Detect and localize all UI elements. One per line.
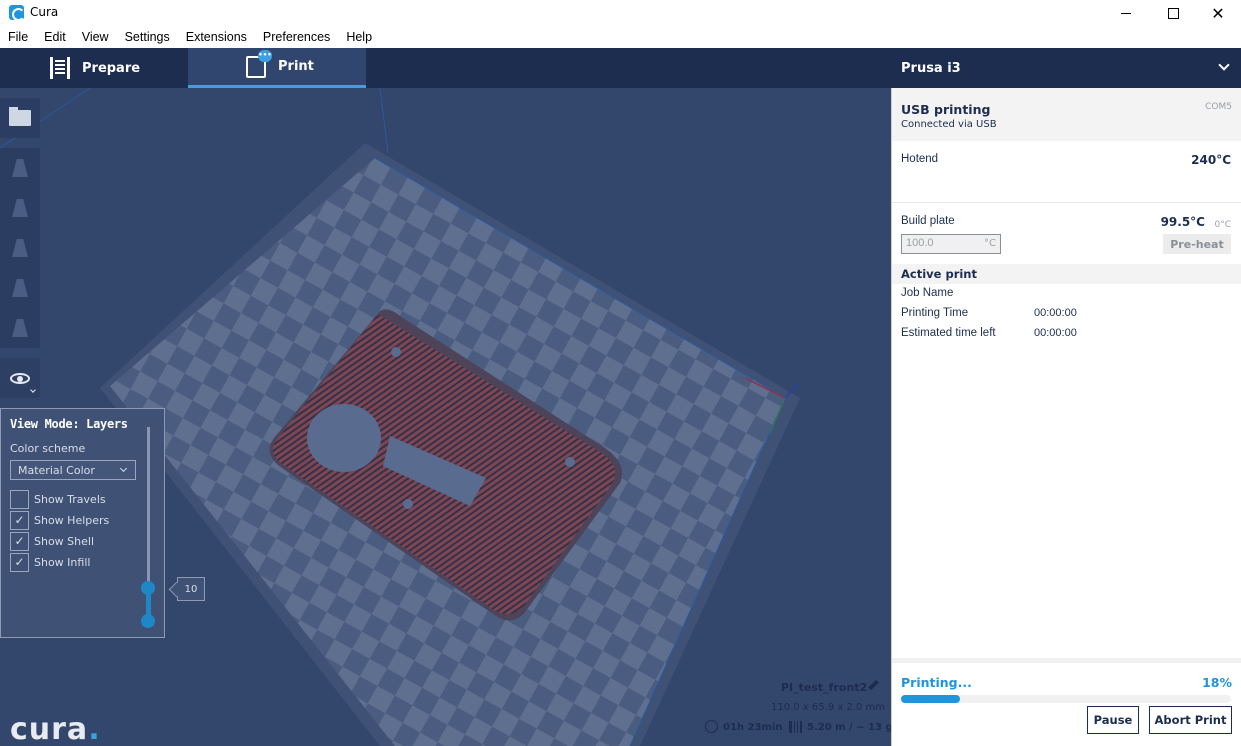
menu-preferences[interactable]: Preferences [255, 28, 338, 48]
show-shell-checkbox[interactable]: ✓ Show Shell [10, 531, 94, 551]
hotend-label: Hotend [901, 153, 939, 165]
menu-help[interactable]: Help [338, 28, 380, 48]
tab-print-label: Print [278, 59, 314, 74]
show-helpers-checkbox[interactable]: ✓ Show Helpers [10, 510, 109, 530]
color-scheme-label: Color scheme [10, 442, 86, 455]
prepare-icon [50, 57, 70, 79]
tab-prepare-label: Prepare [82, 60, 141, 76]
chevron-down-icon[interactable] [1218, 59, 1230, 71]
print-time-estimate: 01h 23min [723, 722, 783, 733]
connection-title: USB printing [901, 102, 991, 117]
layer-slider-upper-handle[interactable] [141, 581, 155, 595]
object-name: PI_test_front2 [781, 681, 868, 694]
printer-monitor-panel: USB printing Connected via USB COM5 Hote… [891, 88, 1241, 746]
layer-slider-lower-handle[interactable] [141, 614, 155, 628]
chevron-down-icon [30, 387, 36, 393]
spool-icon [789, 721, 802, 733]
top-navigation: Prepare Print Prusa i3 [0, 48, 1241, 88]
mirror-tool-button[interactable] [0, 268, 40, 308]
progress-status: Printing... [901, 675, 972, 690]
checkbox-label: Show Helpers [34, 513, 110, 527]
folder-open-icon [9, 107, 31, 126]
build-plate-temperature: 99.5°C [1160, 215, 1205, 229]
minimize-icon [1121, 12, 1131, 14]
preheat-temperature-input[interactable] [906, 237, 976, 249]
progress-bar-fill [901, 695, 961, 703]
print-icon [246, 49, 272, 78]
active-print-title: Active print [901, 267, 977, 281]
per-model-settings-button[interactable] [0, 308, 40, 348]
cura-app-icon [9, 5, 25, 21]
menu-edit[interactable]: Edit [36, 28, 74, 48]
show-infill-checkbox[interactable]: ✓ Show Infill [10, 552, 90, 572]
scale-tool-button[interactable] [0, 188, 40, 228]
menu-settings[interactable]: Settings [117, 28, 178, 48]
mirror-icon [12, 279, 28, 297]
menu-extensions[interactable]: Extensions [178, 28, 255, 48]
view-mode-button[interactable] [0, 358, 40, 398]
job-name-label: Job Name [901, 287, 954, 299]
menu-bar: File Edit View Settings Extensions Prefe… [0, 28, 380, 48]
color-scheme-select[interactable]: Material Color [10, 460, 136, 480]
progress-percent: 18% [1202, 675, 1232, 690]
transform-tools [0, 148, 40, 348]
connection-box: USB printing Connected via USB COM5 [892, 88, 1241, 141]
chevron-down-icon [119, 464, 128, 473]
time-left-value: 00:00:00 [1034, 327, 1077, 339]
hotend-temperature: 240°C [1191, 153, 1231, 167]
menu-file[interactable]: File [0, 28, 36, 48]
open-file-button[interactable] [0, 98, 40, 138]
maximize-button[interactable] [1150, 0, 1196, 26]
printing-time-label: Printing Time [901, 307, 969, 319]
checkbox-box: ✓ [10, 510, 29, 530]
progress-bar [901, 695, 1231, 703]
preheat-unit: °C [984, 238, 996, 249]
printing-time-value: 00:00:00 [1034, 307, 1077, 319]
logo-text: cura [10, 712, 89, 746]
active-print-header: Active print [892, 264, 1241, 284]
checkbox-box [10, 489, 29, 509]
connection-status: Connected via USB [901, 119, 997, 130]
move-icon [12, 159, 28, 177]
view-mode-title: View Mode: Layers [10, 417, 128, 431]
scale-icon [12, 199, 28, 217]
connection-port: COM5 [1205, 102, 1232, 112]
maximize-icon [1167, 7, 1179, 19]
material-estimate: 5.20 m / ~ 13 g [807, 722, 893, 733]
build-plate-label: Build plate [901, 215, 955, 227]
divider [892, 202, 1241, 203]
object-dimensions: 110.0 x 65.9 x 2.0 mm [771, 702, 886, 713]
view-mode-panel: View Mode: Layers Color scheme Material … [0, 408, 165, 638]
menu-view[interactable]: View [74, 28, 117, 48]
move-tool-button[interactable] [0, 148, 40, 188]
minimize-button[interactable] [1103, 0, 1149, 26]
checkbox-label: Show Infill [34, 555, 91, 569]
time-left-label: Estimated time left [901, 327, 996, 339]
tab-print[interactable]: Print [188, 48, 366, 88]
printer-selector[interactable]: Prusa i3 [901, 48, 961, 88]
show-travels-checkbox[interactable]: Show Travels [10, 489, 106, 509]
checkbox-box: ✓ [10, 531, 29, 551]
checkbox-label: Show Shell [34, 534, 95, 548]
preheat-button[interactable]: Pre-heat [1163, 234, 1231, 254]
build-plate-target: 0°C [1214, 220, 1231, 230]
close-button[interactable]: ✕ [1195, 0, 1241, 26]
checkbox-label: Show Travels [34, 492, 106, 506]
abort-print-button[interactable]: Abort Print [1149, 706, 1232, 734]
pause-button[interactable]: Pause [1087, 706, 1139, 734]
color-scheme-value: Material Color [18, 464, 95, 477]
preheat-temperature-field[interactable]: °C [901, 234, 1001, 254]
rotate-tool-button[interactable] [0, 228, 40, 268]
eye-icon [10, 372, 30, 384]
title-bar: Cura ✕ [0, 0, 1241, 26]
layer-number-input[interactable]: 10 [177, 577, 205, 601]
window-title: Cura [30, 5, 59, 19]
logo-dot: . [88, 712, 101, 746]
checkbox-box: ✓ [10, 552, 29, 572]
tab-prepare[interactable]: Prepare [0, 48, 188, 88]
cura-logo: cura. [10, 712, 101, 746]
per-model-icon [12, 319, 28, 337]
clock-icon [705, 720, 718, 733]
rotate-icon [12, 239, 28, 257]
